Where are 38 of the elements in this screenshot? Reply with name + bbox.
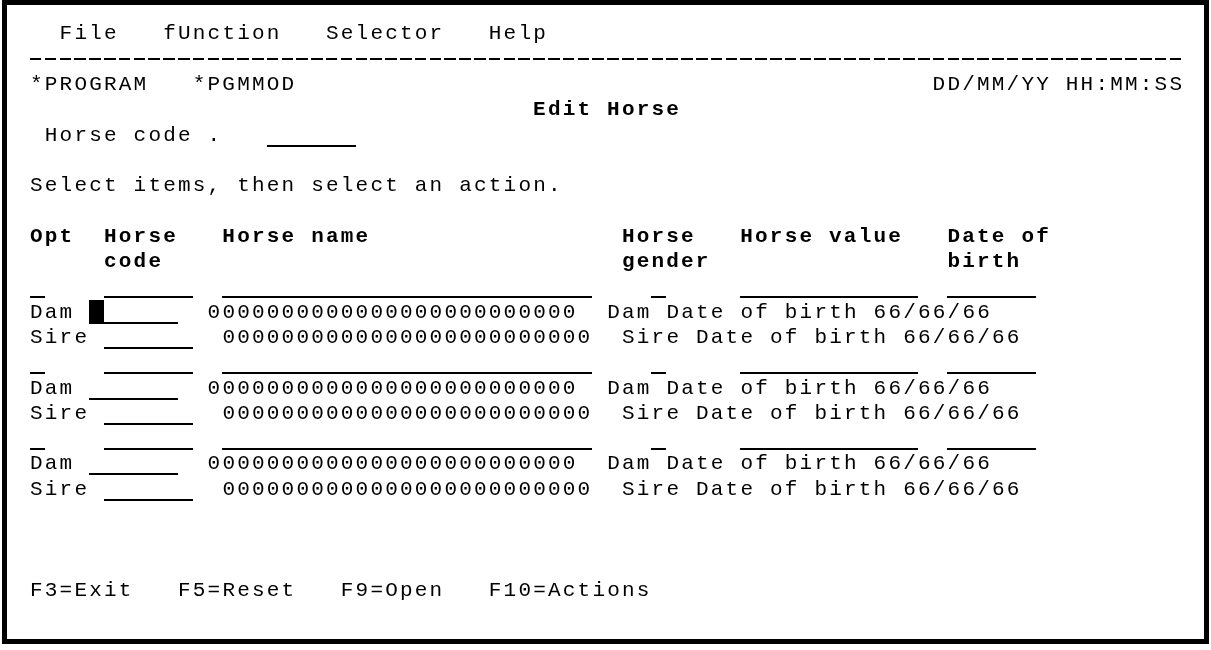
program-name: *PROGRAM: [30, 71, 149, 98]
menu-item[interactable]: Selector: [326, 21, 445, 47]
parent-label: Dam: [30, 375, 75, 401]
birth-date-text: Dam Date of birth 66/66/66: [607, 375, 992, 401]
column-header: Date of birth: [947, 223, 1052, 275]
function-key[interactable]: F3=Exit: [30, 577, 134, 604]
parent-label: Dam: [30, 451, 75, 477]
horse-name-text: 0000000000000000000000000: [207, 451, 578, 477]
column-header: Horse gender: [621, 223, 712, 275]
instruction-text: Select items, then select an action.: [30, 173, 563, 199]
date-time-text: DD/MM/YY HH:MM:SS: [932, 71, 1185, 98]
function-key[interactable]: F10=Actions: [488, 577, 652, 604]
screen-title: Edit Horse: [533, 97, 682, 123]
column-header: Opt: [30, 223, 75, 249]
birth-date-text: Sire Date of birth 66/66/66: [622, 400, 1022, 427]
parent-label: Sire: [30, 476, 90, 502]
birth-date-text: Sire Date of birth 66/66/66: [622, 324, 1022, 351]
column-header: Horse name: [222, 223, 371, 249]
function-key[interactable]: F9=Open: [340, 577, 445, 604]
parent-label: Sire: [30, 400, 90, 427]
parent-label: Sire: [30, 324, 90, 351]
birth-date-text: Dam Date of birth 66/66/66: [607, 451, 992, 477]
module-name: *PGMMOD: [192, 71, 297, 98]
column-header: Horse value: [740, 223, 904, 249]
menu-item[interactable]: Help: [488, 21, 548, 47]
menu-item[interactable]: fUnction: [163, 21, 282, 47]
field-label: Horse code .: [44, 122, 223, 148]
parent-label: Dam: [30, 299, 75, 325]
horse-name-text: 0000000000000000000000000: [222, 400, 593, 427]
horse-name-text: 0000000000000000000000000: [222, 324, 593, 351]
birth-date-text: Dam Date of birth 66/66/66: [607, 299, 992, 325]
column-header: Horse code: [104, 223, 179, 275]
menu-item[interactable]: File: [59, 21, 119, 47]
horse-name-text: 0000000000000000000000000: [222, 476, 593, 502]
birth-date-text: Sire Date of birth 66/66/66: [622, 476, 1022, 502]
horse-name-text: 0000000000000000000000000: [207, 299, 578, 325]
function-key[interactable]: F5=Reset: [178, 577, 297, 604]
horse-name-text: 0000000000000000000000000: [207, 375, 578, 401]
